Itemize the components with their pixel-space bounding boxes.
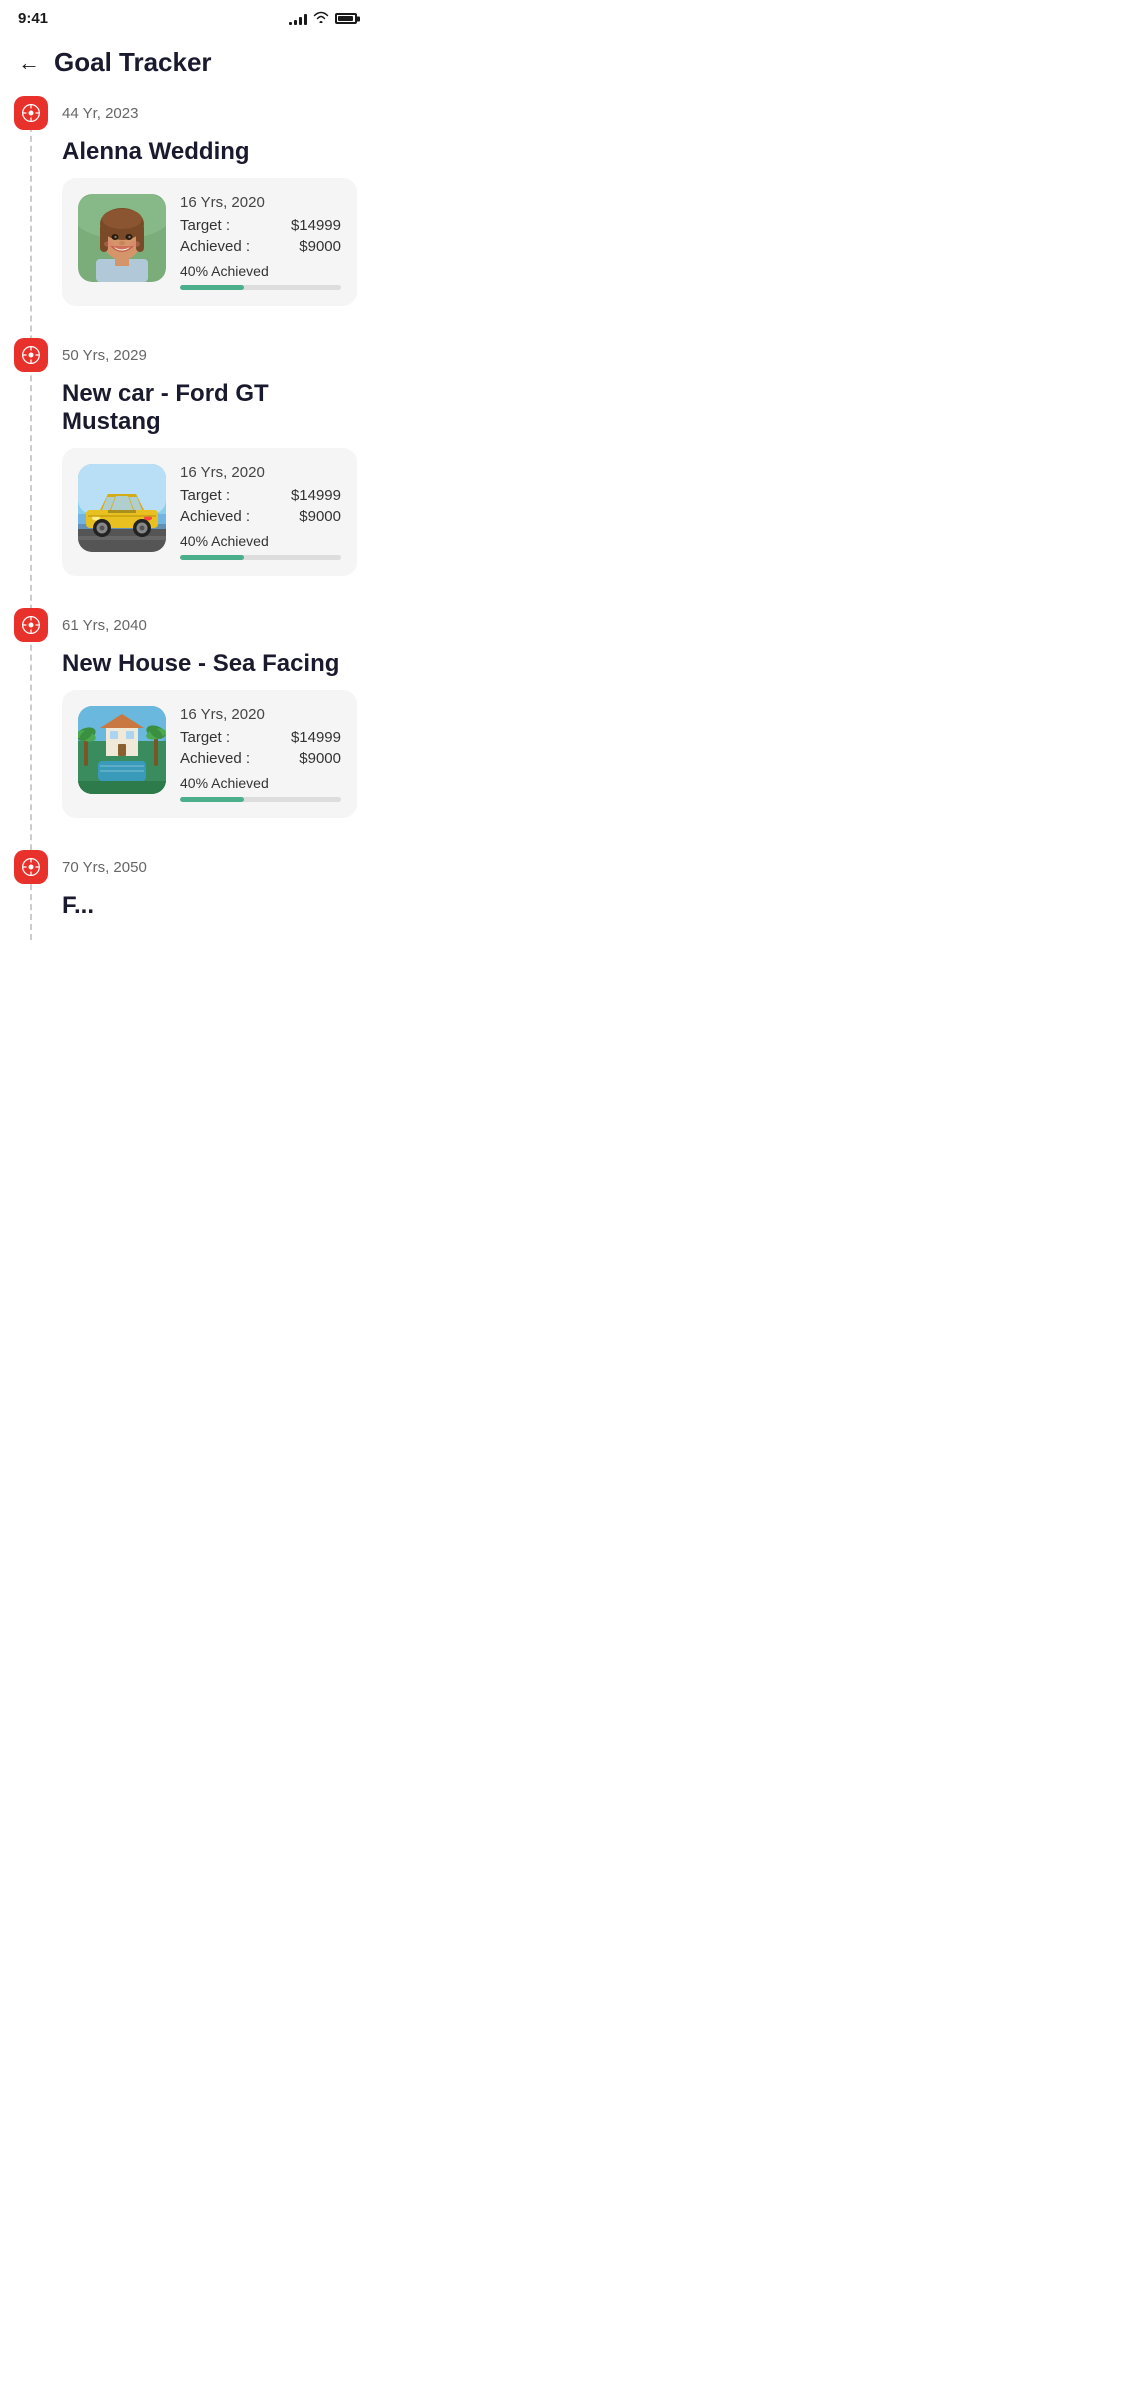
goal-header-row: 70 Yrs, 2050 xyxy=(0,850,375,890)
goal-card[interactable]: 16 Yrs, 2020 Target : $14999 Achieved : … xyxy=(62,690,357,818)
target-value: $14999 xyxy=(291,487,341,504)
goal-icon xyxy=(14,338,48,372)
detail-year: 16 Yrs, 2020 xyxy=(180,464,341,481)
goal-item: 61 Yrs, 2040 New House - Sea Facing xyxy=(0,608,375,850)
goal-details: 16 Yrs, 2020 Target : $14999 Achieved : … xyxy=(180,706,341,802)
achieved-label: Achieved : xyxy=(180,508,250,525)
goal-age: 70 Yrs, 2050 xyxy=(62,859,147,876)
goal-image xyxy=(78,464,166,552)
back-button[interactable]: ← xyxy=(18,52,40,74)
goal-age: 50 Yrs, 2029 xyxy=(62,347,147,364)
status-bar: 9:41 xyxy=(0,0,375,33)
goal-title-partial: F... xyxy=(0,890,375,920)
progress-bar xyxy=(180,797,341,802)
achieved-value: $9000 xyxy=(299,750,341,767)
progress-fill xyxy=(180,555,244,560)
achieved-row: Achieved : $9000 xyxy=(180,508,341,525)
wifi-icon xyxy=(313,11,329,26)
header: ← Goal Tracker xyxy=(0,33,375,96)
battery-icon xyxy=(335,13,357,24)
goal-item: 44 Yr, 2023 Alenna Wedding xyxy=(0,96,375,338)
achieved-label: Achieved : xyxy=(180,238,250,255)
goal-card[interactable]: 16 Yrs, 2020 Target : $14999 Achieved : … xyxy=(62,448,357,576)
achieved-label: Achieved : xyxy=(180,750,250,767)
target-value: $14999 xyxy=(291,217,341,234)
achieved-row: Achieved : $9000 xyxy=(180,750,341,767)
goal-card[interactable]: 16 Yrs, 2020 Target : $14999 Achieved : … xyxy=(62,178,357,306)
progress-bar xyxy=(180,285,341,290)
target-row: Target : $14999 xyxy=(180,729,341,746)
goal-item: 70 Yrs, 2050 F... xyxy=(0,850,375,920)
target-label: Target : xyxy=(180,729,230,746)
goal-header-row: 61 Yrs, 2040 xyxy=(0,608,375,648)
percent-text: 40% Achieved xyxy=(180,533,341,549)
target-row: Target : $14999 xyxy=(180,487,341,504)
goal-icon xyxy=(14,850,48,884)
goal-header-row: 44 Yr, 2023 xyxy=(0,96,375,136)
percent-text: 40% Achieved xyxy=(180,263,341,279)
progress-bar xyxy=(180,555,341,560)
percent-text: 40% Achieved xyxy=(180,775,341,791)
goal-icon xyxy=(14,96,48,130)
detail-year: 16 Yrs, 2020 xyxy=(180,194,341,211)
detail-year: 16 Yrs, 2020 xyxy=(180,706,341,723)
goal-header-row: 50 Yrs, 2029 xyxy=(0,338,375,378)
status-icons xyxy=(289,11,357,26)
goal-title: Alenna Wedding xyxy=(0,136,375,178)
goal-icon xyxy=(14,608,48,642)
status-time: 9:41 xyxy=(18,10,48,27)
goal-age: 44 Yr, 2023 xyxy=(62,105,138,122)
signal-icon xyxy=(289,13,307,25)
goal-details: 16 Yrs, 2020 Target : $14999 Achieved : … xyxy=(180,464,341,560)
goal-image xyxy=(78,706,166,794)
goal-image xyxy=(78,194,166,282)
target-label: Target : xyxy=(180,217,230,234)
page-title: Goal Tracker xyxy=(54,47,212,78)
goal-age: 61 Yrs, 2040 xyxy=(62,617,147,634)
timeline: 44 Yr, 2023 Alenna Wedding xyxy=(0,96,375,940)
achieved-value: $9000 xyxy=(299,508,341,525)
target-value: $14999 xyxy=(291,729,341,746)
target-row: Target : $14999 xyxy=(180,217,341,234)
goal-item: 50 Yrs, 2029 New car - Ford GT Mustang xyxy=(0,338,375,608)
goal-title: New House - Sea Facing xyxy=(0,648,375,690)
goal-title: New car - Ford GT Mustang xyxy=(0,378,375,448)
target-label: Target : xyxy=(180,487,230,504)
progress-fill xyxy=(180,797,244,802)
achieved-row: Achieved : $9000 xyxy=(180,238,341,255)
progress-fill xyxy=(180,285,244,290)
goal-details: 16 Yrs, 2020 Target : $14999 Achieved : … xyxy=(180,194,341,290)
achieved-value: $9000 xyxy=(299,238,341,255)
